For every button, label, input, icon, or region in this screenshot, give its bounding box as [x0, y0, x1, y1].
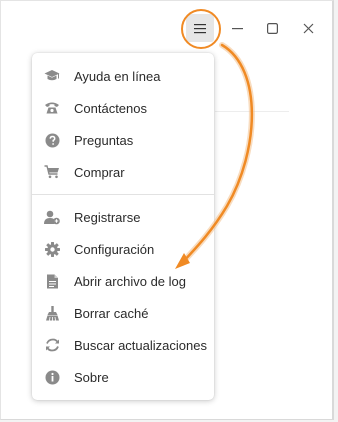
menu-item-abrir-log[interactable]: Abrir archivo de log [32, 266, 214, 296]
menu-item-label: Registrarse [74, 209, 141, 225]
menu-separator [32, 194, 214, 195]
menu-item-label: Buscar actualizaciones [74, 337, 207, 353]
menu-item-contactenos[interactable]: Contáctenos [32, 93, 214, 123]
menu-item-ayuda[interactable]: Ayuda en línea [32, 61, 214, 91]
hamburger-icon [194, 23, 206, 33]
menu-item-label: Ayuda en línea [74, 68, 161, 84]
phone-icon [44, 100, 60, 116]
cart-icon [44, 164, 60, 180]
menu-item-borrar-cache[interactable]: Borrar caché [32, 298, 214, 328]
gear-icon [44, 241, 60, 257]
info-icon [44, 369, 60, 385]
menu-item-label: Sobre [74, 369, 109, 385]
app-window: Ayuda en línea Contáctenos Preguntas Com… [0, 0, 334, 420]
menu-item-label: Abrir archivo de log [74, 273, 186, 289]
broom-icon [44, 305, 60, 321]
maximize-icon [266, 22, 278, 34]
close-icon [303, 23, 313, 33]
dropdown-menu: Ayuda en línea Contáctenos Preguntas Com… [32, 53, 214, 400]
menu-item-registrarse[interactable]: Registrarse [32, 202, 214, 232]
question-icon [44, 132, 60, 148]
menu-item-buscar-actualizaciones[interactable]: Buscar actualizaciones [32, 330, 214, 360]
menu-item-label: Preguntas [74, 132, 134, 148]
close-button[interactable] [293, 13, 323, 43]
minimize-button[interactable] [222, 13, 252, 43]
menu-item-label: Borrar caché [74, 305, 149, 321]
menu-item-label: Contáctenos [74, 100, 147, 116]
menu-item-label: Comprar [74, 164, 125, 180]
menu-item-label: Configuración [74, 241, 155, 257]
menu-item-preguntas[interactable]: Preguntas [32, 125, 214, 155]
menu-item-sobre[interactable]: Sobre [32, 362, 214, 392]
refresh-icon [44, 337, 60, 353]
background-divider [215, 111, 289, 112]
minimize-icon [231, 27, 243, 29]
menu-item-configuracion[interactable]: Configuración [32, 234, 214, 264]
graduation-cap-icon [44, 68, 60, 84]
user-register-icon [44, 209, 60, 225]
document-icon [44, 273, 60, 289]
menu-button[interactable] [186, 14, 214, 42]
menu-item-comprar[interactable]: Comprar [32, 157, 214, 187]
maximize-button[interactable] [257, 13, 287, 43]
